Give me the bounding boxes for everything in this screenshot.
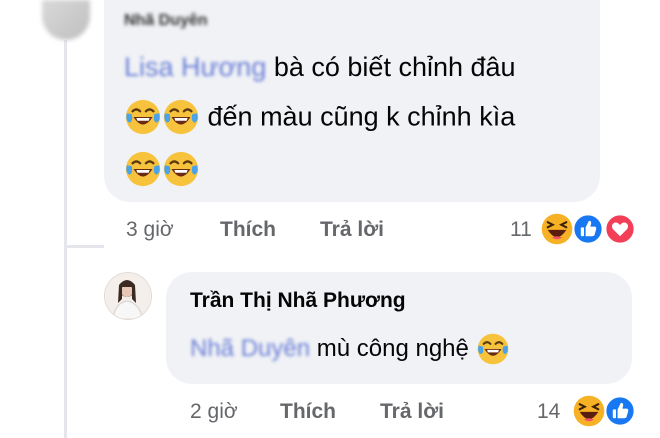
reaction-count[interactable]: 11	[510, 218, 532, 242]
comment-line-1: Lisa Hương bà có biết chỉnh đâu	[124, 52, 516, 83]
comment-line-3	[124, 150, 200, 190]
face-with-tears-of-joy-icon	[162, 98, 200, 136]
comment-text-1: bà có biết chỉnh đâu	[273, 52, 516, 82]
face-with-tears-of-joy-icon	[124, 150, 162, 188]
reply-author[interactable]: Trần Thị Nhã Phương	[190, 289, 406, 313]
face-with-tears-of-joy-icon	[124, 98, 162, 136]
like-icon[interactable]	[604, 395, 636, 427]
reply-reply-button[interactable]: Trả lời	[380, 400, 444, 424]
reply-like-button[interactable]: Thích	[280, 400, 336, 424]
mention-link[interactable]: Lisa Hương	[124, 52, 266, 83]
mention-link[interactable]: Nhã Duyên	[190, 335, 310, 363]
reply-time[interactable]: 2 giờ	[190, 400, 238, 424]
reply-connector	[64, 245, 104, 248]
haha-icon[interactable]	[572, 394, 606, 428]
author-name[interactable]: Nhã Duyên	[124, 12, 208, 30]
like-button[interactable]: Thích	[220, 218, 276, 242]
thread-line	[64, 40, 67, 438]
comment-avatar[interactable]	[42, 0, 90, 40]
like-icon[interactable]	[572, 213, 604, 245]
comment-line-2: đến màu cũng k chỉnh kìa	[124, 98, 515, 138]
comment-author[interactable]: Nhã Duyên	[124, 12, 208, 30]
reply-text-line: Nhã Duyên mù công nghệ	[190, 332, 510, 372]
reply-text: mù công nghệ	[316, 335, 469, 362]
reply-button[interactable]: Trả lời	[320, 218, 384, 242]
haha-icon[interactable]	[540, 212, 574, 246]
face-with-tears-of-joy-icon	[162, 150, 200, 188]
comment-text-2: đến màu cũng k chỉnh kìa	[207, 101, 516, 132]
face-with-tears-of-joy-icon	[476, 332, 510, 366]
love-icon[interactable]	[604, 213, 636, 245]
reply-reaction-count[interactable]: 14	[537, 400, 560, 424]
reply-avatar[interactable]	[104, 272, 152, 320]
profile-photo	[105, 273, 151, 319]
comment-time[interactable]: 3 giờ	[126, 218, 174, 242]
